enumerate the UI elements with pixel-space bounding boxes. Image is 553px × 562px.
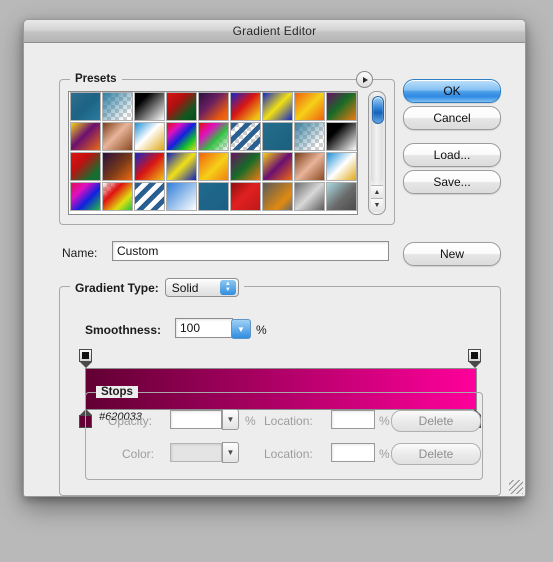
dialog-body: Presets ▲ ▼ OK Cancel Load... Save... Ne… — [24, 43, 525, 496]
color-location-input[interactable] — [331, 443, 375, 462]
preset-swatch-blue-yellow-blue-2[interactable] — [166, 152, 197, 181]
preset-swatch-blue-yellow-blue[interactable] — [262, 92, 293, 121]
new-button[interactable]: New — [403, 242, 501, 266]
preset-swatch-orange-yellow-2[interactable] — [198, 152, 229, 181]
opacity-stop-icon — [468, 349, 481, 362]
preset-swatch-black-to-white-2[interactable] — [326, 122, 357, 151]
gradient-type-label: Gradient Type: — [75, 280, 159, 295]
preset-swatch-magenta-spectrum[interactable] — [70, 182, 101, 211]
opacity-location-label: Location: — [264, 414, 313, 428]
color-dropdown-icon[interactable]: ▼ — [222, 442, 239, 463]
gradient-editor-window: Gradient Editor Presets ▲ ▼ OK Cancel Lo… — [23, 19, 526, 497]
stepper-updown-icon[interactable]: ▲ ▼ — [219, 280, 236, 295]
presets-flyout-menu-icon[interactable] — [356, 71, 373, 88]
preset-swatch-spectrum-transparent[interactable] — [102, 182, 133, 211]
scroll-down-icon[interactable]: ▼ — [371, 198, 383, 212]
preset-swatch-pastel-spectrum-transparent[interactable] — [198, 122, 229, 151]
preset-swatch-purple-green-orange[interactable] — [326, 92, 357, 121]
name-input[interactable]: Custom — [112, 241, 389, 261]
opacity-delete-button[interactable]: Delete — [391, 410, 481, 432]
smoothness-dropdown-icon[interactable]: ▼ — [231, 319, 251, 339]
preset-swatch-purple-green-orange-2[interactable] — [230, 152, 261, 181]
preset-swatch-grey-steel[interactable] — [294, 182, 325, 211]
preset-swatch-orange-yellow[interactable] — [294, 92, 325, 121]
color-label: Color: — [122, 447, 155, 461]
color-delete-button[interactable]: Delete — [391, 443, 481, 465]
preset-swatch-blue-to-white[interactable] — [166, 182, 197, 211]
preset-swatch-violet-orange[interactable] — [198, 92, 229, 121]
save-button[interactable]: Save... — [403, 170, 501, 194]
gradient-type-select[interactable]: Solid ▲ ▼ — [164, 278, 239, 297]
opacity-dropdown-icon[interactable]: ▼ — [222, 409, 239, 430]
preset-swatch-yellow-purple-orange-2[interactable] — [262, 152, 293, 181]
opacity-location-percent-label: % — [379, 414, 390, 428]
preset-swatch-blue-steel[interactable] — [70, 92, 101, 121]
preset-swatch-black-white[interactable] — [134, 92, 165, 121]
preset-swatch-blue-white-gold[interactable] — [134, 122, 165, 151]
color-location-percent-label: % — [379, 447, 390, 461]
opacity-stop-left[interactable] — [79, 349, 92, 368]
color-swatch-input[interactable] — [170, 443, 222, 462]
preset-swatch-blue-red-yellow-2[interactable] — [134, 152, 165, 181]
title-bar[interactable]: Gradient Editor — [24, 20, 525, 43]
preset-swatch-blue-white-gold-2[interactable] — [326, 152, 357, 181]
opacity-percent-label: % — [245, 414, 256, 428]
preset-swatch-copper[interactable] — [102, 122, 133, 151]
cancel-button[interactable]: Cancel — [403, 106, 501, 130]
ok-button[interactable]: OK — [403, 79, 501, 103]
smoothness-value: 100 — [180, 321, 201, 335]
preset-swatch-red-gradient[interactable] — [230, 182, 261, 211]
smoothness-label: Smoothness: — [85, 323, 162, 337]
stops-group: Stops Opacity: ▼ % Location: % Delete Co… — [85, 386, 483, 480]
presets-scrollbar[interactable]: ▲ ▼ — [368, 91, 386, 215]
gradient-type-row: Gradient Type: Solid ▲ ▼ — [70, 278, 244, 297]
load-button[interactable]: Load... — [403, 143, 501, 167]
smoothness-percent-label: % — [256, 323, 267, 337]
opacity-location-input[interactable] — [331, 410, 375, 429]
gradient-type-value: Solid — [171, 280, 199, 295]
preset-swatch-red-green[interactable] — [166, 92, 197, 121]
preset-swatch-dark-violet-orange[interactable] — [102, 152, 133, 181]
preset-swatch-yellow-purple-orange[interactable] — [70, 122, 101, 151]
opacity-input[interactable] — [170, 410, 222, 429]
opacity-stop-icon — [79, 349, 92, 362]
opacity-label: Opacity: — [108, 414, 153, 428]
preset-swatch-blue-stripes-transparent[interactable] — [230, 122, 261, 151]
preset-swatch-copper-2[interactable] — [294, 152, 325, 181]
preset-swatch-spectrum[interactable] — [166, 122, 197, 151]
scrollbar-thumb[interactable] — [372, 96, 384, 124]
scrollbar-track[interactable] — [371, 94, 384, 184]
smoothness-input[interactable]: 100 ▼ — [175, 318, 251, 339]
color-location-label: Location: — [264, 447, 313, 461]
gradient-type-group: Gradient Type: Solid ▲ ▼ Smoothness: 100 … — [59, 278, 501, 496]
presets-well[interactable] — [68, 91, 358, 215]
presets-group: Presets ▲ ▼ — [59, 73, 395, 225]
preset-swatch-blue-stripes-2[interactable] — [134, 182, 165, 211]
opacity-stop-right[interactable] — [468, 349, 481, 368]
flyout-triangle-icon — [363, 76, 368, 83]
preset-swatch-red-to-green[interactable] — [70, 152, 101, 181]
preset-swatch-teal-solid[interactable] — [262, 122, 293, 151]
preset-swatch-blue-to-transparent[interactable] — [102, 92, 133, 121]
presets-legend: Presets — [70, 73, 122, 85]
preset-swatch-cyan-grey[interactable] — [326, 182, 357, 211]
preset-swatch-teal-flat[interactable] — [198, 182, 229, 211]
presets-grid — [69, 92, 357, 211]
window-title: Gradient Editor — [232, 24, 317, 38]
name-label: Name: — [62, 246, 98, 260]
preset-swatch-blue-red-yellow[interactable] — [230, 92, 261, 121]
preset-swatch-grey-orange[interactable] — [262, 182, 293, 211]
stops-legend: Stops — [96, 386, 138, 398]
scroll-up-icon[interactable]: ▲ — [371, 185, 383, 199]
preset-swatch-teal-to-transparent[interactable] — [294, 122, 325, 151]
resize-grip[interactable] — [509, 480, 523, 494]
